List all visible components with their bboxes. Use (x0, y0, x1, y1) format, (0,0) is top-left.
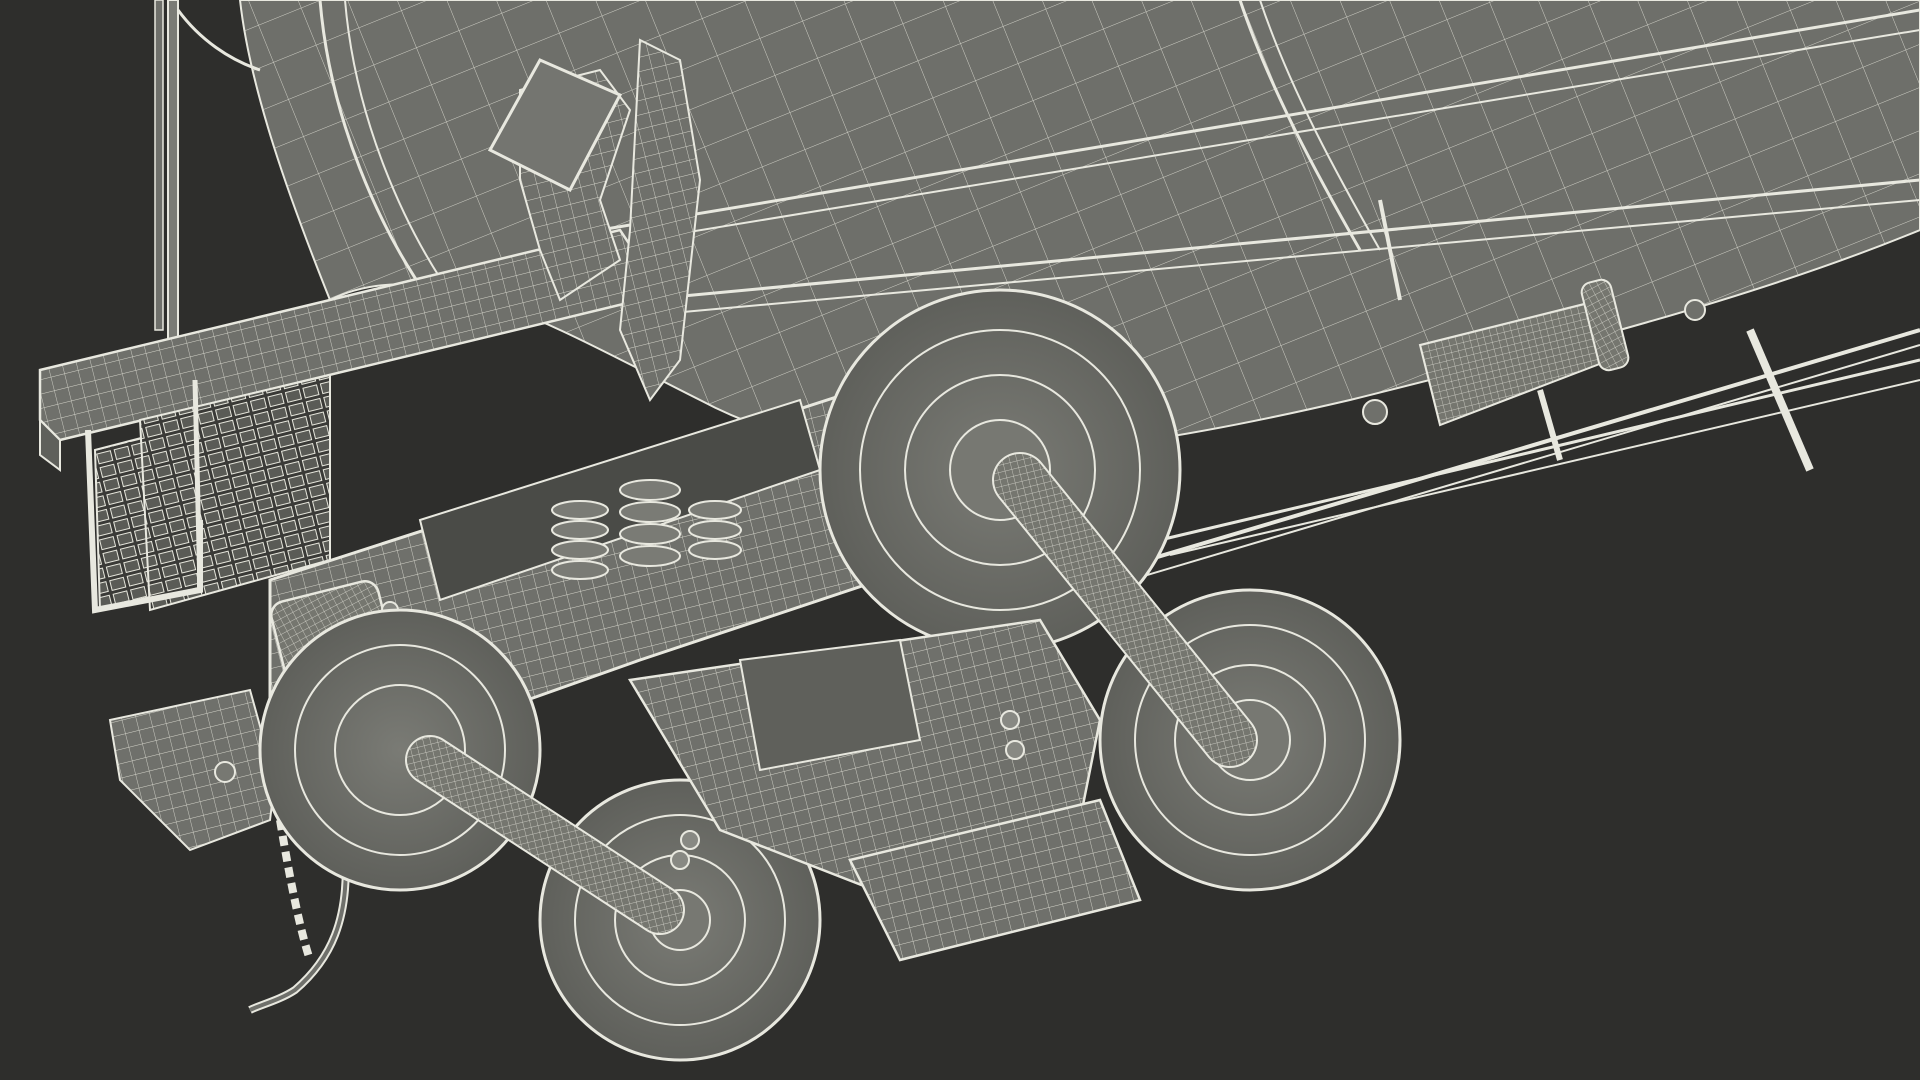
wheel-left (258, 608, 542, 892)
wireframe-render (38, 0, 1920, 1062)
wireframe-render-viewport (0, 0, 1920, 1080)
spring-coil (688, 500, 742, 560)
